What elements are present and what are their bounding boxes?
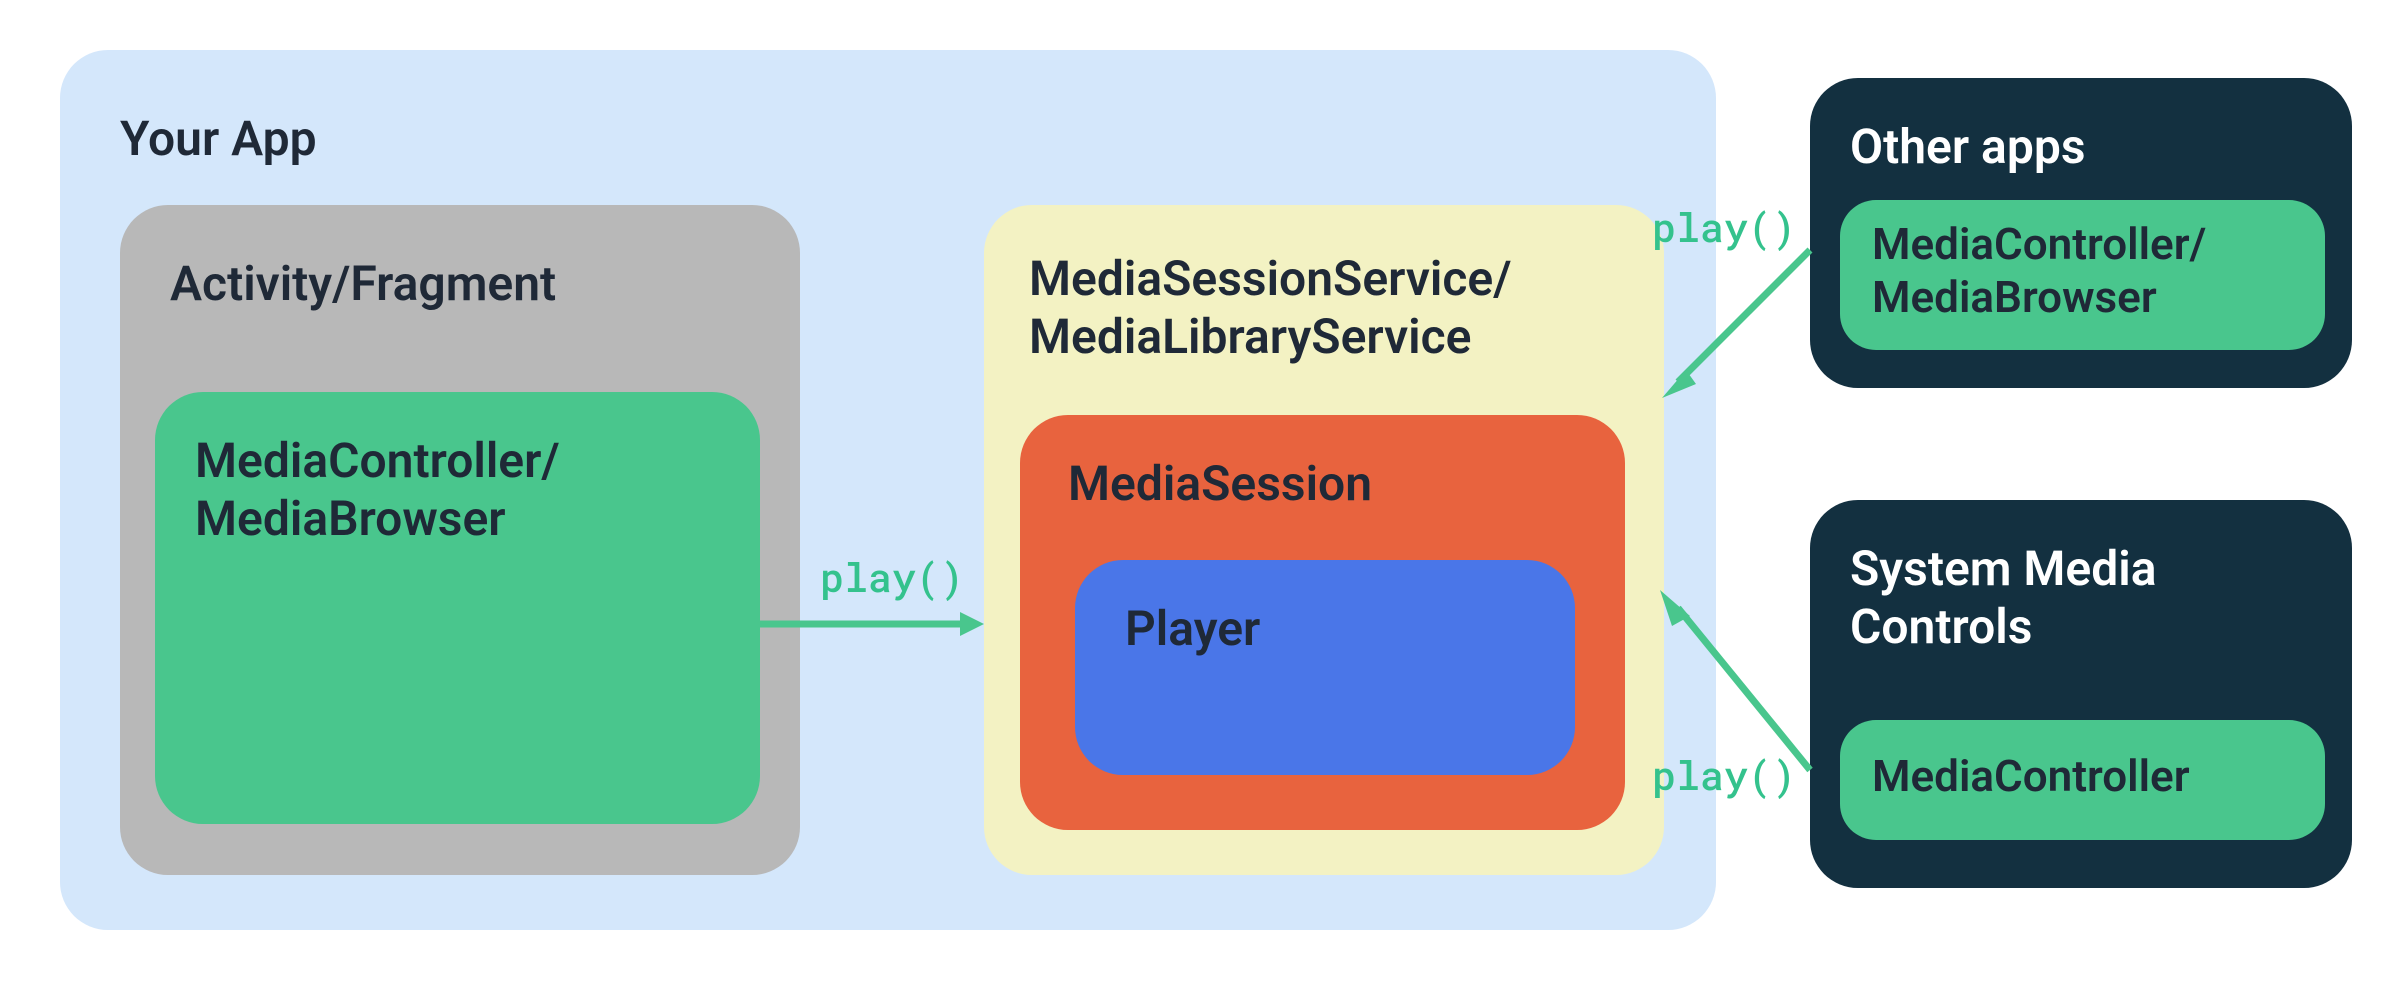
play-label-activity: play() [820, 550, 964, 603]
arrow-other-to-service [1660, 250, 1840, 410]
arrow-activity-to-service [760, 610, 990, 660]
diagram-canvas: Your App Activity/Fragment MediaControll… [0, 0, 2384, 990]
activity-fragment-title: Activity/Fragment [170, 255, 556, 313]
play-label-other: play() [1652, 200, 1796, 253]
app-media-controller-title: MediaController/ MediaBrowser [195, 432, 560, 547]
play-label-system: play() [1652, 748, 1796, 801]
player-title: Player [1125, 600, 1260, 658]
system-controls-controller-box: MediaController [1840, 720, 2325, 840]
other-apps-controller-title: MediaController/ MediaBrowser [1872, 218, 2206, 324]
media-service-title: MediaSessionService/ MediaLibraryService [1029, 250, 1511, 365]
other-apps-title: Other apps [1850, 118, 2086, 176]
other-apps-controller-box: MediaController/ MediaBrowser [1840, 200, 2325, 350]
your-app-title: Your App [120, 110, 317, 168]
system-controls-controller-title: MediaController [1872, 750, 2190, 803]
system-controls-title: System Media Controls [1850, 540, 2157, 655]
app-media-controller-box: MediaController/ MediaBrowser [155, 392, 760, 824]
player-box: Player [1075, 560, 1575, 775]
media-session-title: MediaSession [1068, 455, 1372, 513]
